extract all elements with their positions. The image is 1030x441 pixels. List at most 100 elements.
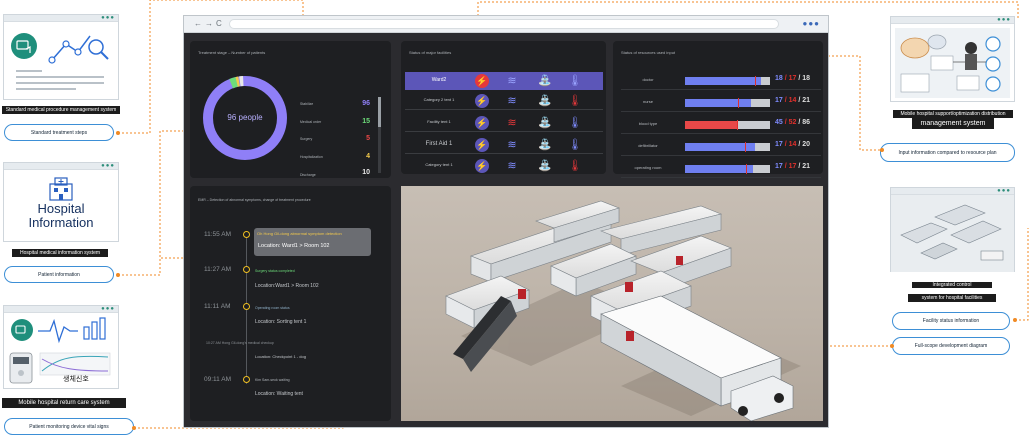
dashboard-browser-window: ←→C ●●● Treatment stage – Number of pati…	[183, 15, 829, 428]
event-location: Location: Sorting tent 1	[255, 319, 307, 325]
facility-row[interactable]: First Aid 1 ⚡ ≋ ⛲ 🌡	[405, 136, 603, 154]
water-icon: ⛲	[538, 95, 552, 107]
facility-row[interactable]: Category 2 tent 1 ⚡ ≋ ⛲ 🌡	[405, 92, 603, 110]
card-titlebar: ●●●	[891, 188, 1014, 195]
resource-total: 21	[802, 97, 811, 104]
legend-label: Hospitalization	[300, 155, 323, 159]
card-titlebar: ●●●	[4, 15, 118, 22]
legend-value: 96	[362, 100, 370, 107]
legend-scrollbar[interactable]	[378, 97, 381, 173]
facility-3d-view[interactable]	[401, 186, 823, 421]
resource-row[interactable]: defibrillator 17 / 14 / 20	[621, 138, 821, 156]
resource-plan-pill[interactable]: Input information compared to resource p…	[880, 143, 1015, 162]
resource-bar-fill	[685, 77, 761, 85]
resource-row[interactable]: nurse 17 / 14 / 21	[621, 94, 821, 112]
legend-stabilize: Stabilize 96	[300, 100, 370, 114]
facility-status-pill[interactable]: Facility status information	[892, 312, 1010, 330]
vital-signs-card: ●●●	[3, 305, 119, 389]
card-titlebar: ●●●	[4, 306, 118, 313]
window-dots-icon: ●●●	[101, 163, 115, 169]
legend-value: 15	[362, 118, 370, 125]
emr-panel: EMR – Detection of abnormal symptoms, ch…	[190, 186, 391, 421]
resource-plan-marker	[736, 120, 738, 130]
resource-current: 18	[775, 75, 783, 82]
hospital-building-icon	[49, 177, 73, 201]
facility-name: Facility tent 1	[427, 119, 451, 124]
facility-row[interactable]: Facility tent 1 ⚡ ≋ ⛲ 🌡	[405, 114, 603, 132]
resource-label: nurse	[642, 99, 653, 104]
resource-total: 18	[802, 75, 811, 82]
temperature-icon: 🌡	[568, 139, 582, 151]
hospital-info-card: ●●● Hospital Information	[3, 162, 119, 242]
wifi-icon: ≋	[507, 139, 517, 151]
facility-row[interactable]: Ward2 ⚡ ≋ ⛲ 🌡	[405, 72, 603, 90]
legend-label: Surgery	[300, 137, 313, 141]
procedure-system-card: ●●●	[3, 14, 119, 100]
procedure-system-caption: Standard medical procedure management sy…	[2, 106, 120, 114]
event-note: Oh Hong Gil-dong abnormal symptom detect…	[257, 231, 342, 236]
vital-signs-korean-label: 생체신호	[63, 376, 89, 383]
temperature-alert-icon: 🌡	[568, 95, 582, 107]
event-time: 11:11 AM	[204, 303, 231, 310]
resource-row[interactable]: doctor 18 / 17 / 18	[621, 72, 821, 90]
legend-scrollbar-thumb[interactable]	[378, 97, 381, 127]
event-location: Location: Ward1 > Room 102	[258, 243, 330, 249]
wifi-icon: ≋	[507, 75, 517, 87]
resource-plan-marker	[745, 142, 747, 152]
mobile-hospital-3d-model	[445, 200, 801, 421]
window-dots-icon: ●●●	[101, 306, 115, 312]
vital-monitor-icon	[9, 317, 111, 384]
timeline-dot-icon	[243, 376, 250, 383]
browser-toolbar: ←→C ●●●	[184, 16, 828, 33]
event-note: Operating room status	[255, 306, 290, 310]
hospital-info-title: Hospital Information	[4, 202, 118, 230]
event-time: 11:27 AM	[204, 266, 231, 273]
resource-numbers: 17 / 14 / 21	[775, 97, 810, 104]
resources-panel: Status of resources used input doctor 18 …	[613, 41, 823, 178]
resource-current: 17	[775, 163, 783, 170]
support-caption-line2: management system	[912, 118, 994, 129]
patient-information-pill[interactable]: Patient information	[4, 266, 114, 283]
resource-row[interactable]: operating room 17 / 17 / 21	[621, 160, 821, 178]
resource-total: 86	[802, 119, 811, 126]
resource-total: 21	[802, 163, 811, 170]
resource-label: doctor	[642, 77, 654, 82]
water-icon: ⛲	[538, 75, 552, 87]
hospital-title-line1: Hospital	[37, 201, 85, 216]
event-note: Kim Sam-seok waiting	[255, 378, 290, 382]
resource-current: 45	[775, 119, 783, 126]
resource-bar-fill	[685, 99, 752, 107]
emr-panel-title: EMR – Detection of abnormal symptoms, ch…	[198, 198, 311, 202]
browser-menu-dots-icon[interactable]: ●●●	[803, 19, 821, 28]
event-time: 09:11 AM	[204, 376, 231, 383]
browser-nav-arrows-icon[interactable]: ←→C	[194, 19, 225, 28]
control-caption-line1: Integrated control	[912, 282, 992, 288]
event-location: Location: Waiting tent	[255, 391, 303, 397]
resource-plan-marker	[737, 98, 739, 108]
power-icon: ⚡	[475, 116, 489, 130]
legend-hospitalization: Hospitalization 4	[300, 153, 370, 167]
resource-numbers: 45 / 52 / 86	[775, 119, 810, 126]
facility-name: Category 2 tent 1	[423, 97, 455, 102]
resource-bar-fill	[685, 143, 755, 151]
resource-total: 20	[802, 141, 811, 148]
support-optimization-card: ●●●	[890, 16, 1015, 102]
patient-monitoring-pill[interactable]: Patient monitoring device vital signs	[4, 418, 134, 435]
event-highlight-card[interactable]: Oh Hong Gil-dong abnormal symptom detect…	[254, 228, 371, 256]
resource-row[interactable]: blood type 45 / 52 / 86	[621, 116, 821, 134]
legend-label: Discharge	[300, 173, 316, 177]
temperature-icon: 🌡	[568, 75, 582, 87]
legend-surgery: Surgery 5	[300, 135, 370, 149]
legend-value: 10	[362, 169, 370, 176]
facility-row[interactable]: Category tent 1 ⚡ ≋ ⛲ 🌡	[405, 157, 603, 174]
standard-treatment-steps-pill[interactable]: Standard treatment steps	[4, 124, 114, 141]
wifi-icon: ≋	[507, 95, 517, 107]
event-note: Surgery status completed	[255, 269, 295, 273]
address-bar[interactable]	[229, 19, 779, 29]
resource-bar-track	[685, 164, 770, 174]
development-diagram-pill[interactable]: Full-scope development diagram	[892, 337, 1010, 355]
resource-plan-marker	[746, 164, 748, 174]
distribution-diagram-icon	[895, 28, 1010, 98]
donut-center-label: 96 people	[227, 113, 263, 122]
wifi-icon: ≋	[507, 160, 517, 172]
